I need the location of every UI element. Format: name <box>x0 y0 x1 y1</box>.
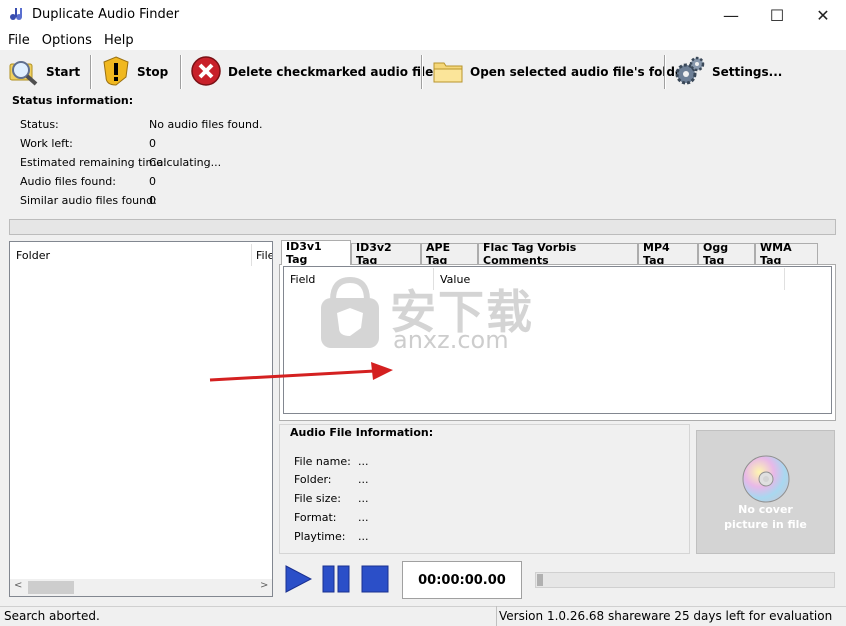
red-arrow-annotation <box>209 362 393 382</box>
column-header-field[interactable]: Field <box>290 273 315 286</box>
tab-id3v1[interactable]: ID3v1 Tag <box>281 240 351 266</box>
playtime-value: ... <box>358 530 369 543</box>
close-icon: ✕ <box>816 5 830 25</box>
gears-icon <box>674 55 706 90</box>
statusbar-divider <box>496 606 497 626</box>
file-list[interactable] <box>9 241 273 597</box>
play-icon <box>285 565 313 593</box>
similar-found-value: 0 <box>149 194 156 207</box>
maximize-button[interactable]: ☐ <box>754 0 800 30</box>
folder-icon <box>432 57 464 88</box>
remaining-time-label: Estimated remaining time: <box>20 156 167 169</box>
shield-warning-icon <box>101 55 131 90</box>
scroll-thumb[interactable] <box>28 581 74 594</box>
settings-button[interactable]: Settings... <box>670 52 786 92</box>
pause-button[interactable] <box>322 565 350 593</box>
tab-id3v2[interactable]: ID3v2 Tag <box>351 241 421 267</box>
menu-help[interactable]: Help <box>98 33 140 48</box>
file-name-label: File name: <box>294 455 351 468</box>
open-folder-button[interactable]: Open selected audio file's folder <box>428 52 693 92</box>
tab-ogg[interactable]: Ogg Tag <box>698 241 755 267</box>
tab-wma[interactable]: WMA Tag <box>755 241 818 267</box>
stop-button[interactable]: Stop <box>97 52 172 92</box>
settings-label: Settings... <box>712 65 783 79</box>
status-value: No audio files found. <box>149 118 263 131</box>
toolbar-separator <box>421 55 423 89</box>
no-cover-text-line2: picture in file <box>724 518 807 531</box>
scroll-right-icon[interactable]: > <box>260 580 268 591</box>
audio-found-value: 0 <box>149 175 156 188</box>
column-divider <box>784 268 785 290</box>
status-label: Status: <box>20 118 59 131</box>
stop-playback-button[interactable] <box>361 565 389 593</box>
maximize-icon: ☐ <box>769 5 785 25</box>
column-header-file[interactable]: File <box>256 249 272 262</box>
watermark-domain: anxz.com <box>393 326 509 354</box>
minimize-button[interactable]: — <box>708 0 754 30</box>
tab-flac[interactable]: Flac Tag Vorbis Comments <box>478 241 638 267</box>
delete-icon <box>190 55 222 90</box>
audio-info-heading: Audio File Information: <box>290 426 434 439</box>
cd-icon <box>741 454 791 507</box>
format-label: Format: <box>294 511 337 524</box>
progress-bar <box>9 219 836 235</box>
playback-time-text: 00:00:00.00 <box>418 572 506 588</box>
tab-ape[interactable]: APE Tag <box>421 241 478 267</box>
folder-value: ... <box>358 473 369 486</box>
window-title: Duplicate Audio Finder <box>32 7 180 22</box>
stop-icon <box>361 565 389 593</box>
horizontal-scrollbar[interactable]: < > <box>10 579 272 596</box>
close-button[interactable]: ✕ <box>800 0 846 30</box>
magnifier-icon <box>8 56 40 89</box>
work-left-label: Work left: <box>20 137 73 150</box>
play-button[interactable] <box>284 565 313 593</box>
file-size-value: ... <box>358 492 369 505</box>
seek-slider[interactable] <box>535 572 835 588</box>
audio-found-label: Audio files found: <box>20 175 116 188</box>
delete-button[interactable]: Delete checkmarked audio files... <box>186 52 458 92</box>
watermark-logo <box>315 270 385 350</box>
title-bar: Duplicate Audio Finder — ☐ ✕ <box>0 0 846 30</box>
stop-label: Stop <box>137 65 169 79</box>
work-left-value: 0 <box>149 137 156 150</box>
file-size-label: File size: <box>294 492 341 505</box>
toolbar-separator <box>180 55 182 89</box>
status-heading: Status information: <box>12 94 134 107</box>
no-cover-text: No cover <box>738 503 793 516</box>
pause-icon <box>322 565 350 593</box>
column-divider <box>251 244 252 266</box>
menu-bar: File Options Help <box>0 30 846 50</box>
playback-time: 00:00:00.00 <box>402 561 522 599</box>
start-label: Start <box>46 65 81 79</box>
seek-slider-thumb[interactable] <box>537 574 543 586</box>
toolbar-separator <box>90 55 92 89</box>
app-icon <box>8 6 24 22</box>
folder-label: Folder: <box>294 473 332 486</box>
scroll-left-icon[interactable]: < <box>14 580 22 591</box>
tab-mp4[interactable]: MP4 Tag <box>638 241 698 267</box>
file-name-value: ... <box>358 455 369 468</box>
toolbar-separator <box>664 55 666 89</box>
column-header-folder[interactable]: Folder <box>16 249 50 262</box>
status-bar-left: Search aborted. <box>4 609 100 623</box>
status-bar-version: Version 1.0.26.68 shareware 25 days left… <box>499 609 833 623</box>
similar-found-label: Similar audio files found: <box>20 194 157 207</box>
format-value: ... <box>358 511 369 524</box>
minimize-icon: — <box>723 5 739 25</box>
remaining-time-value: Calculating... <box>149 156 222 169</box>
menu-file[interactable]: File <box>2 33 36 48</box>
start-button[interactable]: Start <box>4 52 84 92</box>
menu-options[interactable]: Options <box>36 33 98 48</box>
open-folder-label: Open selected audio file's folder <box>470 65 690 79</box>
playtime-label: Playtime: <box>294 530 346 543</box>
